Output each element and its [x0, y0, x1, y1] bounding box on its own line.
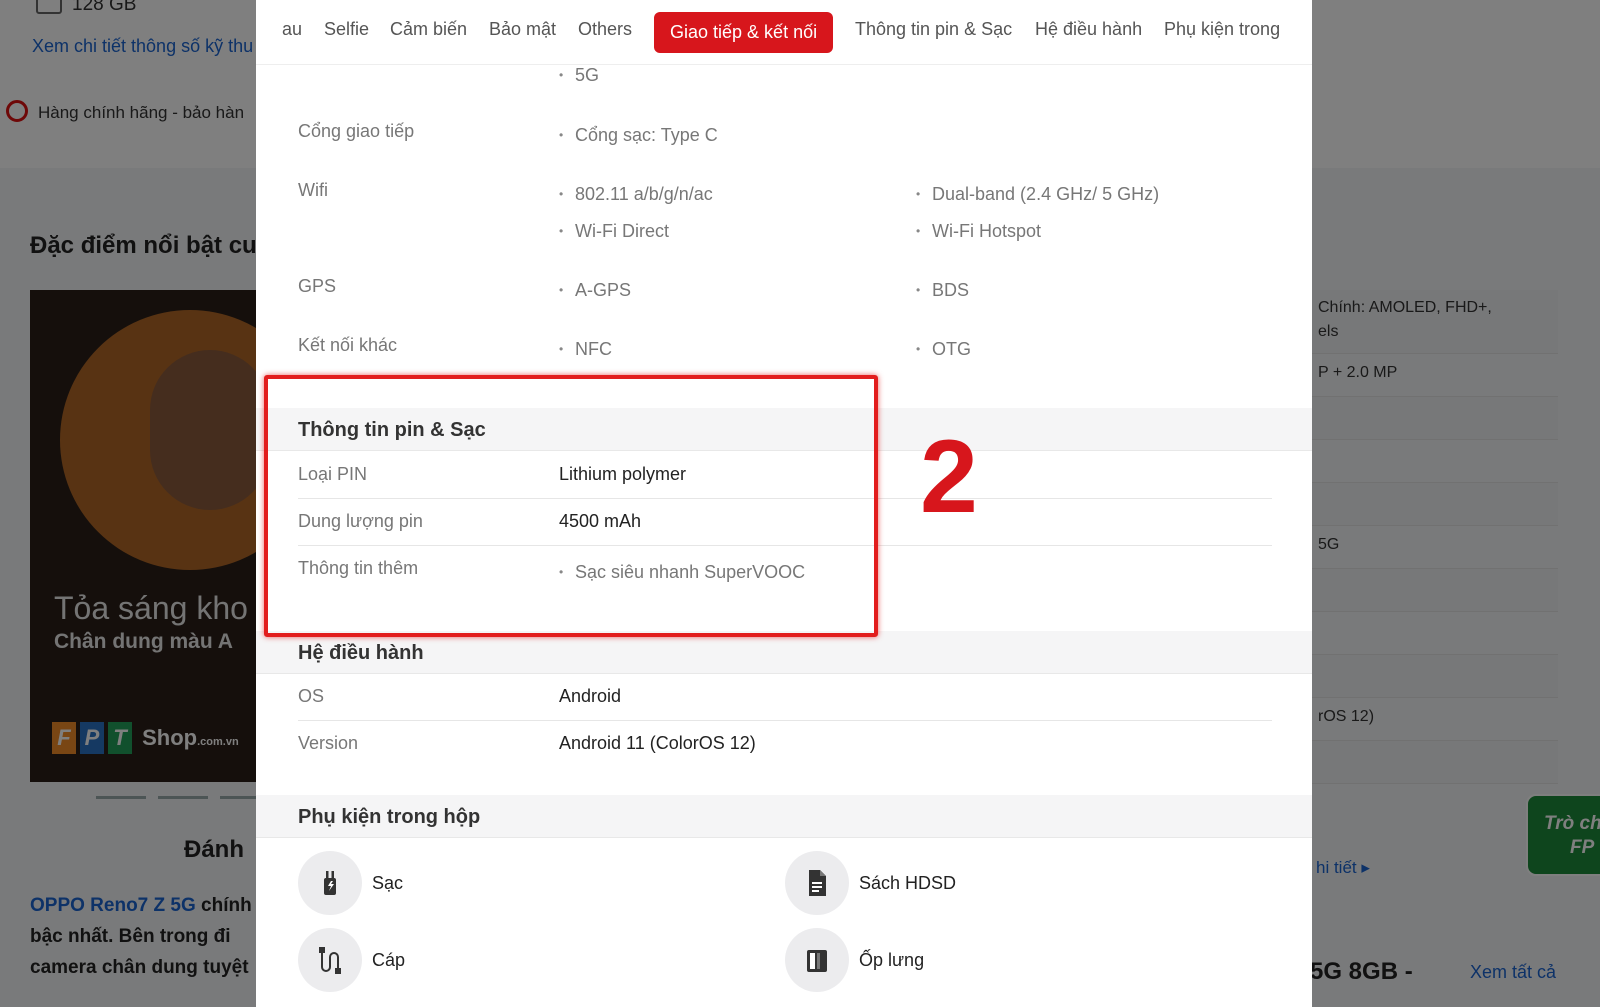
wifi-value: Dual-band (2.4 GHz/ 5 GHz) [916, 184, 1159, 205]
accessories-section-header: Phụ kiện trong hộp [256, 795, 1312, 838]
spec-tab-bar: au Selfie Cảm biến Bảo mật Others Giao t… [256, 0, 1312, 65]
accessory-label: Cáp [372, 950, 406, 970]
tab-others[interactable]: Others [578, 19, 632, 40]
os-section-header: Hệ điều hành [256, 631, 1312, 674]
gps-value: A-GPS [559, 280, 631, 301]
case-icon [785, 928, 849, 992]
tab-connectivity[interactable]: Giao tiếp & kết nối [654, 12, 834, 53]
other-connectivity-label: Kết nối khác [298, 335, 398, 355]
os-version-value: Android 11 (ColorOS 12) [559, 733, 756, 753]
charger-icon [298, 851, 362, 915]
tab-camera[interactable]: au [282, 19, 302, 40]
wifi-value: 802.11 a/b/g/n/ac [559, 184, 713, 205]
os-label: OS [298, 686, 325, 706]
wifi-value: Wi-Fi Direct [559, 221, 669, 242]
gps-label: GPS [298, 276, 337, 296]
other-connectivity-value: OTG [916, 339, 971, 360]
accessories-section-title: Phụ kiện trong hộp [298, 806, 481, 828]
other-connectivity-value: NFC [559, 339, 612, 360]
tab-sensors[interactable]: Cảm biến [390, 19, 467, 40]
annotation-highlight-box [264, 375, 878, 637]
os-version-label: Version [298, 733, 359, 753]
tab-selfie[interactable]: Selfie [324, 19, 369, 40]
accessory-label: Sách HDSD [859, 873, 957, 893]
gps-value: BDS [916, 280, 969, 301]
manual-icon [785, 851, 849, 915]
network-value: 5G [559, 65, 599, 86]
accessory-label: Sạc [372, 873, 404, 893]
port-label: Cổng giao tiếp [298, 121, 415, 141]
wifi-value: Wi-Fi Hotspot [916, 221, 1041, 242]
annotation-step-number: 2 [920, 419, 978, 535]
tab-battery[interactable]: Thông tin pin & Sạc [855, 19, 1012, 40]
accessory-label: Ốp lưng [859, 950, 925, 970]
cable-icon [298, 928, 362, 992]
tab-security[interactable]: Bảo mật [489, 19, 556, 40]
port-value: Cổng sạc: Type C [559, 125, 718, 146]
wifi-label: Wifi [298, 180, 328, 200]
os-section-title: Hệ điều hành [298, 642, 424, 664]
row-divider [298, 720, 1272, 721]
tab-accessories[interactable]: Phụ kiện trong [1164, 19, 1280, 40]
os-value: Android [559, 686, 622, 706]
tab-os[interactable]: Hệ điều hành [1035, 19, 1142, 40]
